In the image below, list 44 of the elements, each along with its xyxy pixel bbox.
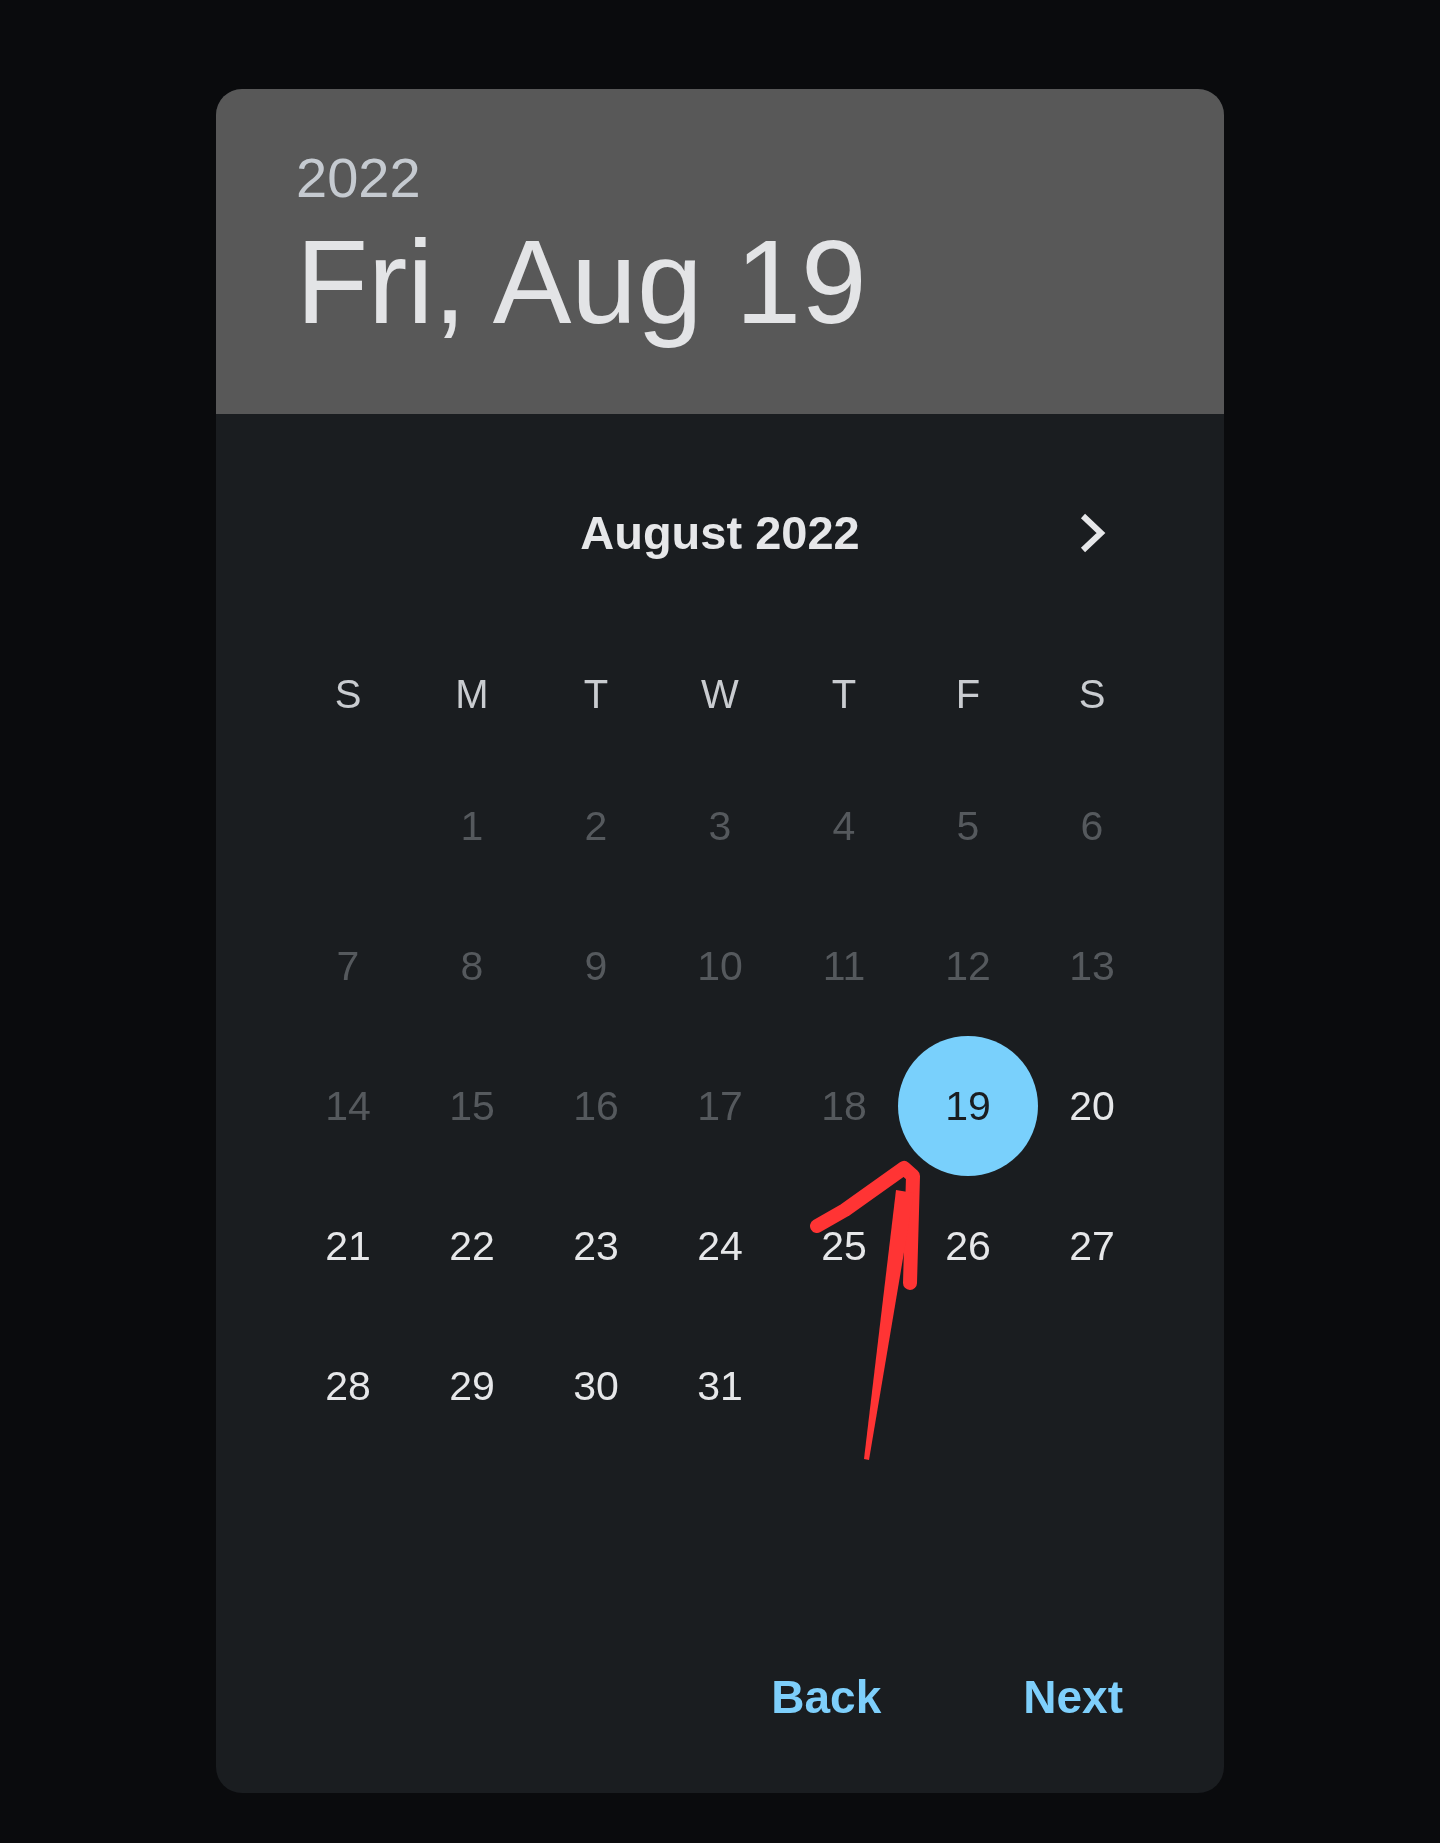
day-button: 6 (1076, 803, 1108, 849)
weekday-label: T (583, 674, 609, 714)
day-button[interactable]: 27 (1065, 1223, 1119, 1269)
day-button[interactable]: 28 (321, 1363, 375, 1409)
day-button: 4 (828, 803, 860, 849)
weekday-label: M (455, 674, 489, 714)
day-button: 1 (456, 803, 488, 849)
day-button[interactable]: 30 (569, 1363, 623, 1409)
day-button[interactable]: 26 (941, 1223, 995, 1269)
weekday-label: W (701, 674, 739, 714)
month-label: August 2022 (580, 504, 860, 561)
weekday-label: S (1078, 674, 1106, 714)
day-button: 15 (445, 1083, 499, 1129)
day-button: 7 (332, 943, 364, 989)
weekday-label: S (334, 674, 362, 714)
chevron-right-icon (1078, 512, 1106, 554)
day-button: 18 (817, 1083, 871, 1129)
year-label[interactable]: 2022 (296, 146, 421, 211)
day-button: 16 (569, 1083, 623, 1129)
day-button[interactable]: 23 (569, 1223, 623, 1269)
day-button: 12 (941, 943, 995, 989)
back-button[interactable]: Back (755, 1660, 898, 1734)
day-button[interactable]: 20 (1065, 1083, 1119, 1129)
day-button: 13 (1065, 943, 1119, 989)
day-button[interactable]: 24 (693, 1223, 747, 1269)
day-button[interactable]: 31 (693, 1363, 747, 1409)
day-button: 2 (580, 803, 612, 849)
day-button: 9 (580, 943, 612, 989)
day-button: 5 (952, 803, 984, 849)
day-button: 3 (704, 803, 736, 849)
day-button: 14 (321, 1083, 375, 1129)
selected-date-title: Fri, Aug 19 (296, 215, 867, 351)
day-button: 10 (693, 943, 747, 989)
day-button[interactable]: 29 (445, 1363, 499, 1409)
weekday-label: F (955, 674, 981, 714)
day-button[interactable]: 21 (321, 1223, 375, 1269)
day-button: 11 (818, 943, 870, 989)
day-button: 8 (456, 943, 488, 989)
next-button[interactable]: Next (1007, 1660, 1139, 1734)
weekday-label: T (831, 674, 857, 714)
day-button[interactable]: 25 (817, 1223, 871, 1269)
day-button[interactable]: 22 (445, 1223, 499, 1269)
day-button: 17 (693, 1083, 747, 1129)
day-button[interactable]: 19 (898, 1036, 1038, 1176)
